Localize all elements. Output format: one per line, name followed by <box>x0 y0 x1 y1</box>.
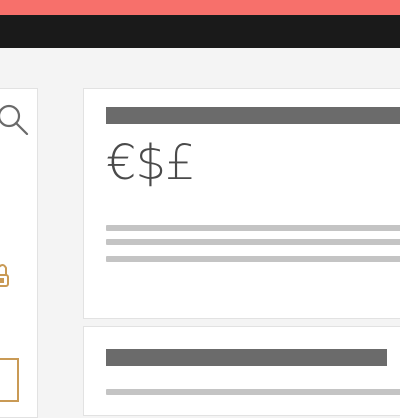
search-icon[interactable] <box>0 103 32 136</box>
text-line-placeholder <box>106 256 400 262</box>
sidebar-accent-button[interactable] <box>0 358 19 402</box>
top-accent-strip <box>0 0 400 15</box>
text-line-placeholder <box>106 239 400 245</box>
card-title-placeholder <box>106 107 400 124</box>
lock-icon[interactable] <box>0 262 12 290</box>
text-line-placeholder <box>106 389 400 395</box>
card <box>83 326 400 416</box>
card-title-placeholder <box>106 349 387 366</box>
card: €$£ <box>83 88 400 319</box>
currency-symbols: €$£ <box>106 135 196 191</box>
text-line-placeholder <box>106 225 400 231</box>
